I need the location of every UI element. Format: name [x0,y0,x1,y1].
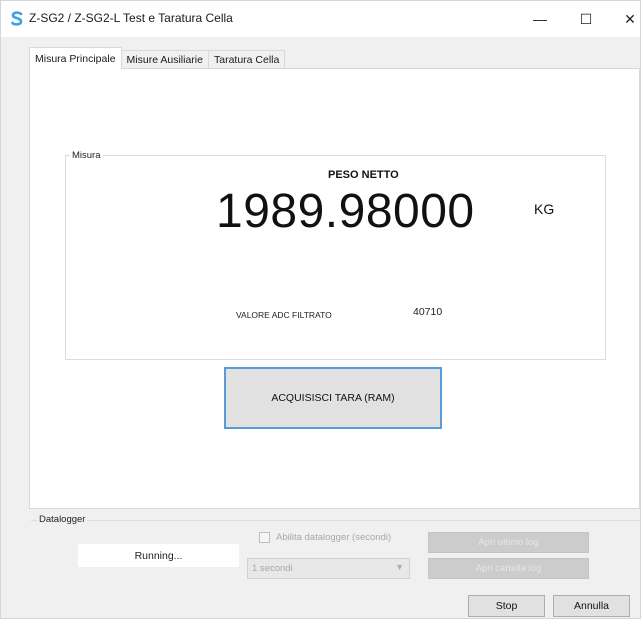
open-last-log-button[interactable]: Apri ultimo log [428,532,589,553]
minimize-icon: — [533,11,547,27]
tab-panel-misura-principale: Misura PESO NETTO 1989.98000 KG VALORE A… [29,68,640,509]
stop-button[interactable]: Stop [468,595,545,617]
weight-unit: KG [534,201,555,217]
datalogger-interval-select[interactable]: 1 secondi ▼ [247,558,410,579]
chevron-down-icon: ▼ [395,562,404,572]
tab-misura-principale[interactable]: Misura Principale [29,47,122,69]
measure-group: Misura PESO NETTO 1989.98000 KG VALORE A… [65,150,606,360]
close-button[interactable]: ✕ [607,1,641,37]
open-log-folder-button[interactable]: Apri cartella log [428,558,589,579]
datalogger-enable-row[interactable]: Abilita datalogger (secondi) [259,532,391,543]
datalogger-status: Running... [78,544,239,567]
acquire-tare-button[interactable]: ACQUISISCI TARA (RAM) [224,367,442,429]
maximize-button[interactable]: ☐ [563,1,609,37]
tab-strip: Misura Principale Misure Ausiliarie Tara… [29,47,286,69]
peso-netto-label: PESO NETTO [328,169,399,181]
maximize-icon: ☐ [579,10,593,27]
weight-value: 1989.98000 [216,185,475,238]
title-bar[interactable]: Z-SG2 / Z-SG2-L Test e Taratura Cella — … [1,1,640,37]
main-window: Z-SG2 / Z-SG2-L Test e Taratura Cella — … [0,0,641,619]
adc-value: 40710 [413,306,443,318]
measure-group-title: Misura [70,150,103,161]
tab-misure-ausiliarie[interactable]: Misure Ausiliarie [120,50,209,69]
datalogger-enable-checkbox[interactable] [259,532,270,543]
datalogger-group-title: Datalogger [37,514,88,525]
close-icon: ✕ [624,10,636,27]
datalogger-enable-label: Abilita datalogger (secondi) [276,532,392,543]
tab-taratura-cella[interactable]: Taratura Cella [207,50,286,69]
minimize-button[interactable]: — [517,1,563,37]
datalogger-interval-value: 1 secondi [252,563,293,574]
adc-label: VALORE ADC FILTRATO [236,310,332,320]
window-title: Z-SG2 / Z-SG2-L Test e Taratura Cella [29,11,233,25]
app-s-icon [11,11,23,26]
cancel-button[interactable]: Annulla [553,595,630,617]
